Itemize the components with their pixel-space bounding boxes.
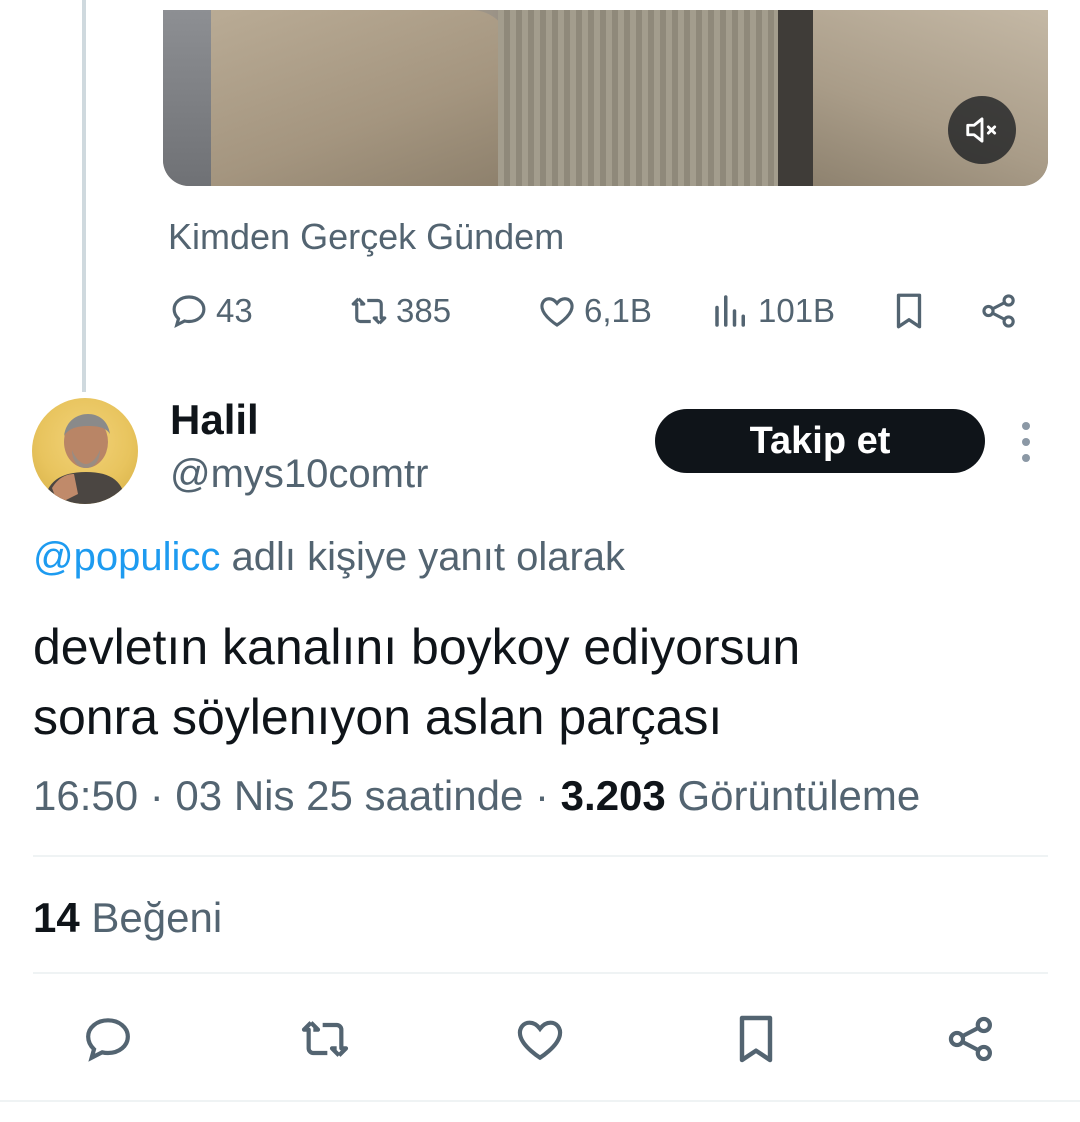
divider xyxy=(0,1100,1080,1102)
share-button[interactable] xyxy=(978,290,1020,332)
tweet-text: devletın kanalını boykoy ediyorsun sonra… xyxy=(33,612,1043,752)
avatar[interactable] xyxy=(32,398,138,504)
share-button[interactable] xyxy=(938,1006,1004,1072)
avatar-image xyxy=(44,414,126,504)
reply-icon xyxy=(172,295,206,329)
parent-tweet-stats: 43 385 6,1B 101B xyxy=(168,290,1038,340)
display-name[interactable]: Halil xyxy=(170,396,259,444)
share-icon xyxy=(982,294,1015,328)
more-options-button[interactable] xyxy=(1016,420,1036,464)
retweet-icon xyxy=(351,297,387,325)
likes-count: 14 xyxy=(33,894,80,941)
views-stat[interactable]: 101B xyxy=(710,290,835,332)
follow-button[interactable]: Takip et xyxy=(655,409,985,473)
reply-stat[interactable]: 43 xyxy=(168,290,253,332)
likes-summary[interactable]: 14 Beğeni xyxy=(33,894,222,942)
tweet-time[interactable]: 16:50 xyxy=(33,772,138,819)
tweet-text-line: sonra söylenıyon aslan parçası xyxy=(33,689,723,745)
retweet-button[interactable] xyxy=(292,1006,358,1072)
analytics-icon xyxy=(715,295,745,327)
user-handle[interactable]: @mys10comtr xyxy=(170,452,428,497)
heart-icon xyxy=(517,1020,563,1061)
reply-suffix: adlı kişiye yanıt olarak xyxy=(231,535,626,579)
reply-button[interactable] xyxy=(75,1006,141,1072)
mute-button[interactable] xyxy=(948,96,1016,164)
divider xyxy=(33,972,1048,974)
replying-to-line: @populicc adlı kişiye yanıt olarak xyxy=(33,535,625,580)
share-icon xyxy=(948,1016,992,1062)
tweet-date[interactable]: · 03 Nis 25 saatinde · xyxy=(150,772,549,819)
video-frame-sweater xyxy=(498,10,798,186)
views-label[interactable]: Görüntüleme xyxy=(677,772,920,819)
like-count: 6,1B xyxy=(584,292,652,329)
retweet-stat[interactable]: 385 xyxy=(348,290,451,332)
heart-icon xyxy=(540,297,574,327)
video-frame-coat xyxy=(211,10,511,186)
speaker-muted-icon xyxy=(966,117,997,143)
divider xyxy=(33,855,1048,857)
video-media[interactable] xyxy=(163,10,1048,186)
retweet-count: 385 xyxy=(396,292,452,329)
retweet-icon xyxy=(301,1021,349,1057)
source-label[interactable]: Kimden Gerçek Gündem xyxy=(168,216,564,258)
like-button[interactable] xyxy=(507,1006,573,1072)
views-number[interactable]: 3.203 xyxy=(561,772,666,819)
like-stat[interactable]: 6,1B xyxy=(536,290,652,332)
tweet-text-line: devletın kanalını boykoy ediyorsun xyxy=(33,619,801,675)
reply-count: 43 xyxy=(216,292,253,329)
reply-mention-link[interactable]: @populicc xyxy=(33,535,220,579)
tweet-meta: 16:50 · 03 Nis 25 saatinde · 3.203 Görün… xyxy=(33,772,920,820)
bookmark-button[interactable] xyxy=(723,1006,789,1072)
bookmark-icon xyxy=(739,1015,773,1063)
bookmark-icon xyxy=(896,293,922,329)
likes-label: Beğeni xyxy=(91,894,223,941)
tweet-action-bar xyxy=(0,1006,1080,1072)
thread-connector-line xyxy=(82,0,86,392)
reply-icon xyxy=(86,1018,130,1062)
views-count: 101B xyxy=(758,292,836,329)
vertical-dots-icon xyxy=(1022,422,1030,462)
bookmark-button[interactable] xyxy=(888,290,930,332)
